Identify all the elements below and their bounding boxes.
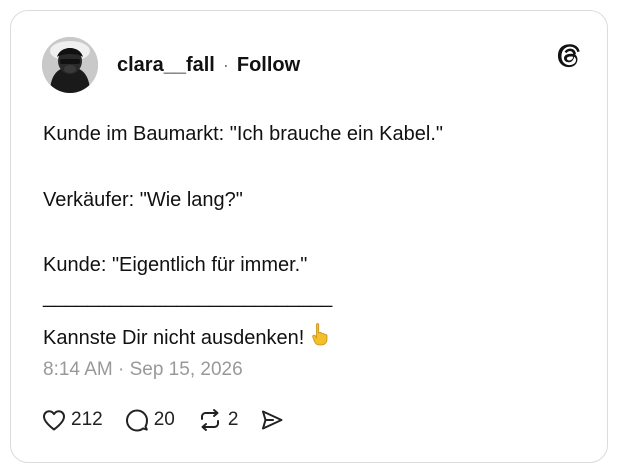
post-header: clara__fall · Follow <box>42 37 300 93</box>
post-line: Verkäufer: "Wie lang?" <box>43 189 243 211</box>
post-line: Kunde: "Eigentlich für immer." <box>43 254 308 276</box>
send-icon <box>262 410 283 430</box>
avatar[interactable] <box>42 37 98 93</box>
post-line-with-emoji: Kannste Dir nicht ausdenken! <box>43 322 330 351</box>
post-line: Kunde im Baumarkt: "Ich brauche ein Kabe… <box>43 123 443 145</box>
reply-button[interactable]: 20 <box>125 408 175 432</box>
like-count: 212 <box>71 409 103 430</box>
pointing-up-emoji <box>312 323 328 346</box>
post-line: Kannste Dir nicht ausdenken! <box>43 327 305 349</box>
threads-logo-icon[interactable] <box>555 41 585 71</box>
comment-icon <box>125 409 148 432</box>
post-actions: 212 20 2 <box>42 407 306 433</box>
username[interactable]: clara__fall <box>117 54 215 77</box>
separator-dot: · <box>222 54 229 75</box>
avatar-image <box>42 37 98 93</box>
heart-icon <box>43 410 65 431</box>
repost-button[interactable]: 2 <box>197 408 239 432</box>
post-card: clara__fall · Follow Kunde im Baumarkt: … <box>10 10 608 463</box>
post-timestamp: 8:14 AM · Sep 15, 2026 <box>43 359 243 380</box>
follow-button[interactable]: Follow <box>237 54 300 77</box>
repost-icon <box>200 409 219 431</box>
share-button[interactable] <box>260 409 284 431</box>
like-button[interactable]: 212 <box>42 409 103 431</box>
post-divider-line: __________________________ <box>43 286 333 308</box>
repost-count: 2 <box>227 409 239 430</box>
reply-count: 20 <box>153 409 175 430</box>
